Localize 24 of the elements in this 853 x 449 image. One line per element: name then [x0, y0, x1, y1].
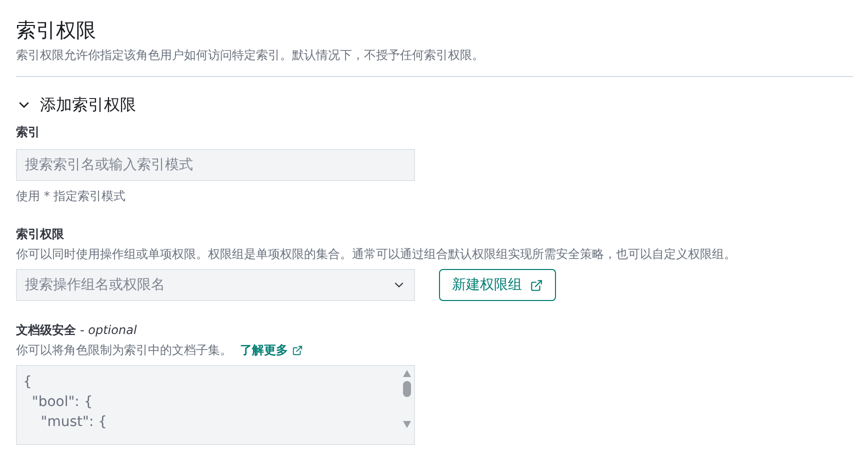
field-label: 文档级安全: [16, 322, 76, 339]
create-privilege-group-button[interactable]: 新建权限组: [439, 269, 556, 301]
external-link-icon: [292, 344, 303, 356]
optional-label: - optional: [80, 322, 137, 339]
query-textarea[interactable]: { "bool": { "must": {: [16, 365, 415, 445]
external-link-icon: [530, 278, 543, 292]
index-search-field[interactable]: 搜索索引名或输入索引模式: [16, 149, 415, 181]
scroll-down-icon[interactable]: [403, 421, 411, 428]
code-line: {: [23, 373, 33, 392]
page-title: 索引权限: [16, 17, 97, 44]
scroll-up-icon[interactable]: [403, 370, 411, 377]
field-label: 索引权限: [16, 226, 65, 243]
select-placeholder: 搜索操作组名或权限名: [25, 276, 165, 294]
field-help-text: 使用 * 指定索引模式: [16, 188, 127, 205]
field-label: 索引: [16, 124, 41, 141]
section-toggle[interactable]: 添加索引权限: [16, 93, 136, 117]
field-description: 你可以将角色限制为索引中的文档子集。: [16, 342, 232, 359]
code-line: "bool": {: [30, 393, 94, 412]
learn-more-link[interactable]: 了解更多: [240, 341, 303, 359]
scroll-thumb[interactable]: [403, 381, 411, 397]
privilege-select[interactable]: 搜索操作组名或权限名: [16, 269, 415, 301]
field-description: 你可以同时使用操作组或单项权限。权限组是单项权限的集合。通常可以通过组合默认权限组实现所需安全策略，也可以自定义权限组。: [16, 246, 737, 263]
page-description: 索引权限允许你指定该角色用户如何访问特定索引。默认情况下，不授予任何索引权限。: [16, 47, 485, 64]
code-line: "must": {: [40, 413, 108, 432]
